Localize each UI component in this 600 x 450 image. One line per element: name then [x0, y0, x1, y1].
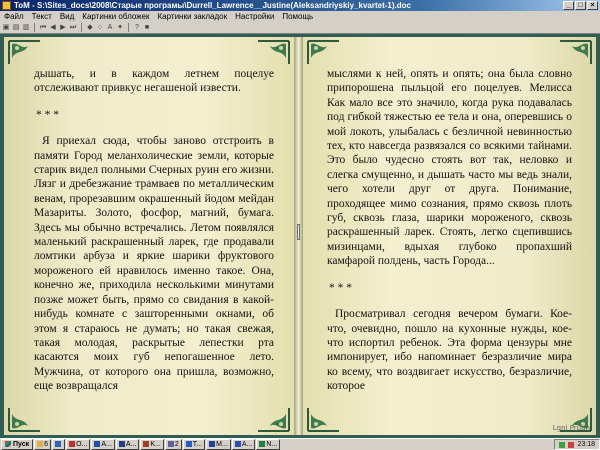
menu-bookmark-images[interactable]: Картинки закладок — [154, 11, 232, 22]
taskbar-task-button[interactable]: A... — [231, 439, 256, 450]
menu-settings[interactable]: Настройки — [231, 11, 278, 22]
left-page-text: дышать, и в каждом летнем поцелуе отслеж… — [34, 67, 274, 394]
corner-ornament-icon — [8, 408, 40, 432]
app-icon — [69, 441, 76, 447]
corner-ornament-icon — [8, 40, 40, 64]
toolbar: ▣ ▤ ▥ ⏮ ◀ ▶ ⏭ ◆ ○ A ✦ ? ■ — [0, 22, 600, 34]
system-tray: 23:18 — [554, 439, 600, 450]
app-icon — [185, 441, 192, 447]
taskbar: Пуск 6 O... A... A... K... 2 T... M... A... N... … — [0, 438, 600, 450]
search-icon[interactable]: ○ — [96, 24, 104, 32]
menu-cover-images[interactable]: Картинки обложек — [78, 11, 153, 22]
paragraph: Просматривал сегодня вечером бумаги. Кое… — [327, 308, 572, 393]
task-label: 2 — [174, 441, 179, 448]
menu-view[interactable]: Вид — [56, 11, 78, 22]
app-icon — [234, 441, 241, 447]
menu-text[interactable]: Текст — [28, 11, 56, 22]
font-icon[interactable]: A — [106, 24, 114, 32]
taskbar-task-button[interactable]: N... — [256, 439, 281, 450]
toolbar-separator — [128, 23, 129, 32]
start-label: Пуск — [13, 441, 30, 448]
toolbar-separator — [81, 23, 82, 32]
spine-marker[interactable] — [297, 224, 300, 240]
paragraph: Я приехал сюда, чтобы заново отстроить в… — [34, 135, 274, 393]
right-page[interactable]: мыслями к ней, опять и опять; она была с… — [303, 37, 596, 435]
start-button[interactable]: Пуск — [1, 439, 34, 450]
corner-ornament-icon — [307, 408, 339, 432]
taskbar-task-button[interactable]: A... — [115, 439, 140, 450]
close-button[interactable]: × — [587, 1, 598, 10]
minimize-button[interactable]: _ — [563, 1, 574, 10]
menu-file[interactable]: Файл — [0, 11, 28, 22]
info-icon[interactable]: ? — [133, 24, 141, 32]
task-label: 6 — [44, 441, 49, 448]
taskbar-task-button[interactable] — [52, 439, 66, 450]
taskbar-task-button[interactable]: 6 — [34, 439, 52, 450]
corner-label: Lgnj Prubn — [552, 424, 590, 432]
task-label: T... — [192, 441, 203, 448]
task-buttons: 6 O... A... A... K... 2 T... M... A... N... — [34, 439, 281, 450]
task-label: A... — [125, 441, 137, 448]
paragraph: дышать, и в каждом летнем поцелуе отслеж… — [34, 68, 274, 95]
left-page[interactable]: дышать, и в каждом летнем поцелуе отслеж… — [4, 37, 294, 435]
window-controls: _ □ × — [563, 1, 598, 10]
app-icon — [118, 441, 125, 447]
taskbar-task-button[interactable]: A... — [91, 439, 115, 450]
taskbar-task-button[interactable]: K... — [140, 439, 164, 450]
section-separator: * * * — [36, 108, 59, 121]
title-bar[interactable]: ToM - S:\Sites_docs\2008\Старые програмы… — [0, 0, 600, 11]
print-icon[interactable]: ▤ — [12, 24, 20, 32]
clock[interactable]: 23:18 — [577, 440, 595, 449]
window-title: ToM - S:\Sites_docs\2008\Старые програмы… — [14, 1, 411, 10]
exit-icon[interactable]: ■ — [143, 24, 151, 32]
tray-icon[interactable] — [559, 441, 566, 448]
prev-page-icon[interactable]: ◀ — [49, 24, 57, 32]
section-separator: * * * — [329, 281, 352, 294]
copy-icon[interactable]: ▥ — [22, 24, 30, 32]
next-page-icon[interactable]: ▶ — [59, 24, 67, 32]
task-label: O... — [76, 441, 88, 448]
corner-ornament-icon — [307, 40, 339, 64]
app-icon — [94, 441, 101, 447]
menu-bar: Файл Текст Вид Картинки обложек Картинки… — [0, 11, 600, 22]
folder-icon — [37, 441, 44, 447]
open-icon[interactable]: ▣ — [2, 24, 10, 32]
app-icon — [259, 441, 266, 447]
right-page-text: мыслями к ней, опять и опять; она была с… — [327, 67, 572, 394]
corner-ornament-icon — [560, 40, 592, 64]
corner-ornament-icon — [258, 408, 290, 432]
task-label: N... — [266, 441, 278, 448]
app-icon — [167, 441, 174, 447]
maximize-button[interactable]: □ — [575, 1, 586, 10]
settings-icon[interactable]: ✦ — [116, 24, 124, 32]
app-icon — [55, 441, 62, 447]
taskbar-task-button[interactable]: O... — [66, 439, 91, 450]
corner-ornament-icon — [258, 40, 290, 64]
task-label: M... — [216, 441, 228, 448]
taskbar-task-button[interactable]: T... — [182, 439, 206, 450]
tray-icon[interactable] — [568, 441, 575, 448]
book-view: дышать, и в каждом летнем поцелуе отслеж… — [0, 34, 600, 438]
windows-logo-icon — [5, 441, 11, 447]
task-label: K... — [150, 441, 161, 448]
bookmark-icon[interactable]: ◆ — [86, 24, 94, 32]
taskbar-task-button[interactable]: 2 — [164, 439, 182, 450]
toolbar-separator — [34, 23, 35, 32]
paragraph: мыслями к ней, опять и опять; она была с… — [327, 68, 572, 268]
app-icon — [2, 1, 11, 10]
last-page-icon[interactable]: ⏭ — [69, 24, 77, 32]
first-page-icon[interactable]: ⏮ — [39, 24, 47, 32]
word-icon — [209, 441, 216, 447]
app-icon — [143, 441, 150, 447]
task-label: A... — [101, 441, 112, 448]
task-label: A... — [241, 441, 253, 448]
menu-help[interactable]: Помощь — [278, 11, 317, 22]
taskbar-task-button[interactable]: M... — [206, 439, 231, 450]
